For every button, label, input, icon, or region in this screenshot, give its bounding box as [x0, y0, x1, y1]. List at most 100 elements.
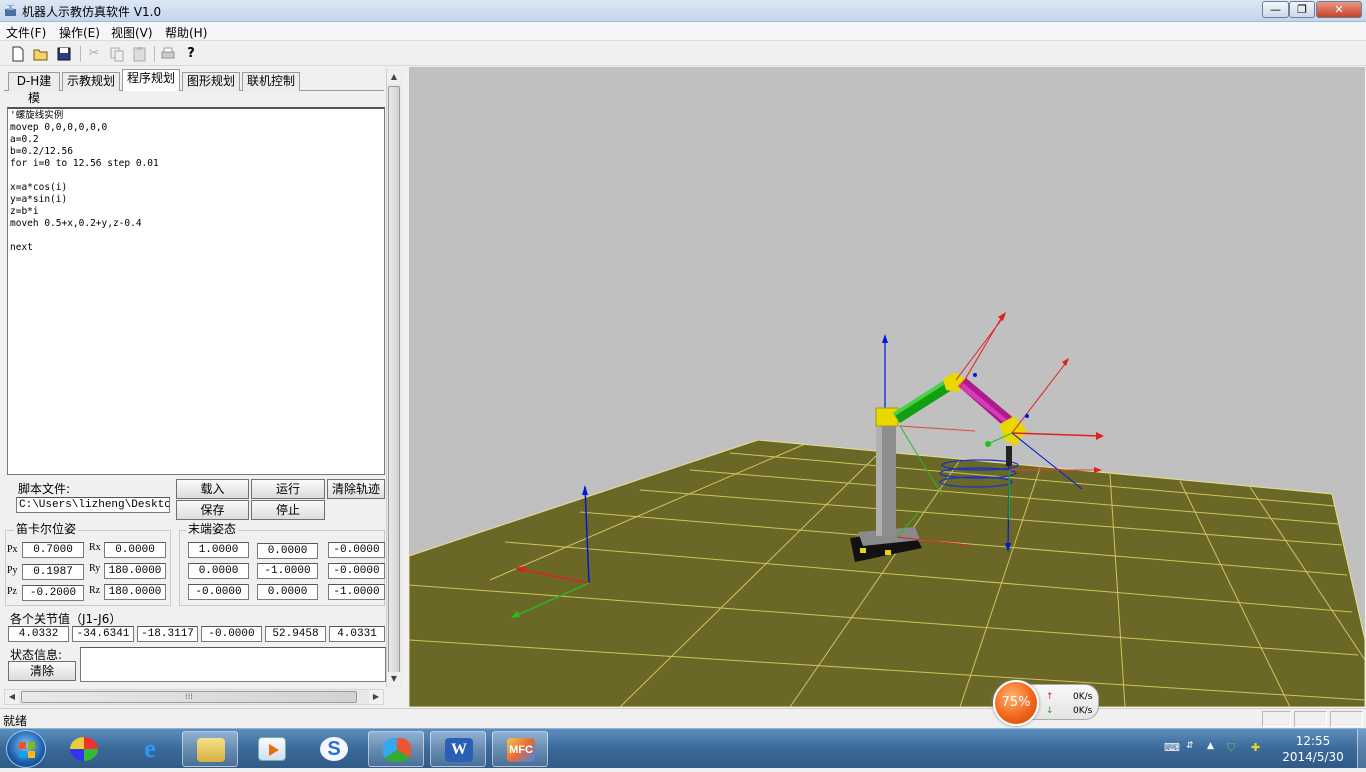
- show-hidden-icons[interactable]: ▲: [1207, 741, 1214, 751]
- upload-arrow-icon: ↑: [1046, 692, 1054, 702]
- px-label: Px: [7, 544, 18, 555]
- end-pose-m11[interactable]: 1.0000: [188, 542, 249, 558]
- joint-j5[interactable]: 52.9458: [265, 626, 326, 642]
- title-bar: 机器人示教仿真软件 V1.0 — ❐ ✕: [0, 0, 1366, 22]
- end-pose-m33[interactable]: -1.0000: [328, 584, 385, 600]
- download-speed: 0K/s: [1073, 706, 1093, 716]
- security-shield-icon[interactable]: ⛉: [1227, 741, 1235, 755]
- network-icon[interactable]: ✚: [1251, 741, 1260, 754]
- menu-file[interactable]: 文件(F): [6, 24, 46, 41]
- end-pose-m12[interactable]: 0.0000: [257, 543, 318, 559]
- new-icon[interactable]: [9, 45, 27, 63]
- media-player-icon[interactable]: [244, 731, 300, 767]
- restore-button[interactable]: ❐: [1289, 1, 1315, 18]
- py-field[interactable]: 0.1987: [22, 564, 84, 580]
- end-pose-m32[interactable]: 0.0000: [257, 584, 318, 600]
- script-file-path[interactable]: C:\Users\lizheng\Desktop\: [16, 497, 170, 513]
- rx-field[interactable]: 0.0000: [104, 542, 166, 558]
- stop-button[interactable]: 停止: [251, 500, 325, 520]
- joints-title: 各个关节值（J1-J6）: [10, 612, 122, 626]
- pz-label: Pz: [7, 586, 17, 597]
- joint-j4[interactable]: -0.0000: [201, 626, 262, 642]
- upload-speed: 0K/s: [1073, 692, 1093, 702]
- chat-app-icon[interactable]: [368, 731, 424, 767]
- end-pose-m21[interactable]: 0.0000: [188, 563, 249, 579]
- end-pose-m22[interactable]: -1.0000: [257, 563, 318, 579]
- robot-scene: [409, 312, 1365, 707]
- end-pose-title: 末端姿态: [186, 522, 239, 536]
- minimize-button[interactable]: —: [1262, 1, 1289, 18]
- run-button[interactable]: 运行: [251, 479, 325, 499]
- memory-percent-ball[interactable]: 75%: [993, 680, 1039, 726]
- clear-track-button[interactable]: 清除轨迹: [327, 479, 385, 499]
- word-icon[interactable]: W: [430, 731, 486, 767]
- status-panel-2: [1294, 711, 1327, 727]
- clock-date: 2014/5/30: [1282, 750, 1344, 764]
- simulation-viewport[interactable]: [409, 67, 1365, 707]
- internet-explorer-icon[interactable]: e: [122, 731, 178, 767]
- sogou-icon[interactable]: S: [306, 731, 362, 767]
- close-button[interactable]: ✕: [1316, 1, 1362, 18]
- network-speed-widget[interactable]: 75% ↑ ↓ 0K/s 0K/s: [993, 680, 1101, 726]
- keyboard-icon[interactable]: ⌨: [1164, 741, 1180, 754]
- menu-view[interactable]: 视图(V): [111, 24, 153, 41]
- end-pose-m13[interactable]: -0.0000: [328, 542, 385, 558]
- window-title: 机器人示教仿真软件 V1.0: [22, 5, 162, 19]
- joint-j1[interactable]: 4.0332: [8, 626, 69, 642]
- download-arrow-icon: ↓: [1046, 706, 1054, 716]
- script-editor[interactable]: '螺旋线实例 movep 0,0,0,0,0,0 a=0.2 b=0.2/12.…: [7, 107, 385, 475]
- colorful-app-icon[interactable]: [56, 731, 112, 767]
- status-panel-1: [1262, 711, 1291, 727]
- tab-online-control[interactable]: 联机控制: [242, 72, 300, 91]
- joint-j2[interactable]: -34.6341: [72, 626, 134, 642]
- rz-field[interactable]: 180.0000: [104, 584, 166, 600]
- joint-j3[interactable]: -18.3117: [137, 626, 198, 642]
- end-pose-m23[interactable]: -0.0000: [328, 563, 385, 579]
- ry-field[interactable]: 180.0000: [104, 563, 166, 579]
- menu-edit[interactable]: 操作(E): [59, 24, 100, 41]
- scroll-down-icon[interactable]: ▼: [387, 672, 401, 686]
- clear-button[interactable]: 清除: [8, 661, 76, 681]
- load-button[interactable]: 载入: [176, 479, 249, 499]
- cut-icon[interactable]: ✂: [85, 45, 103, 63]
- clock-time: 12:55: [1295, 734, 1331, 748]
- mfc-app-icon[interactable]: MFC: [492, 731, 548, 767]
- scroll-left-icon[interactable]: ◀: [5, 690, 19, 704]
- toolbar: ✂ ?: [0, 42, 1366, 66]
- joint-j6[interactable]: 4.0331: [329, 626, 385, 642]
- save-icon[interactable]: [55, 45, 73, 63]
- tab-graphic-planning[interactable]: 图形规划: [182, 72, 240, 91]
- menu-help[interactable]: 帮助(H): [165, 24, 207, 41]
- menu-bar: 文件(F) 操作(E) 视图(V) 帮助(H): [0, 22, 1366, 41]
- show-desktop-button[interactable]: [1357, 729, 1366, 769]
- print-icon[interactable]: [159, 45, 177, 63]
- help-icon[interactable]: ?: [182, 45, 200, 63]
- system-clock[interactable]: 12:55 2014/5/30: [1268, 733, 1358, 765]
- open-icon[interactable]: [32, 45, 50, 63]
- rx-label: Rx: [89, 542, 101, 553]
- px-field[interactable]: 0.7000: [22, 542, 84, 558]
- tab-dh-modeling[interactable]: D-H建模: [8, 72, 60, 105]
- file-explorer-icon[interactable]: [182, 731, 238, 767]
- scroll-right-icon[interactable]: ▶: [369, 690, 383, 704]
- pz-field[interactable]: -0.2000: [22, 585, 84, 601]
- tab-program-planning[interactable]: 程序规划: [122, 69, 180, 91]
- paste-icon[interactable]: [131, 45, 149, 63]
- py-label: Py: [7, 565, 18, 576]
- status-bar: 就绪: [0, 708, 1366, 728]
- status-info-box[interactable]: [80, 647, 386, 682]
- horizontal-scroll-thumb[interactable]: ⁞⁞⁞: [21, 691, 357, 703]
- control-panel: D-H建模 示教规划 程序规划 图形规划 联机控制 '螺旋线实例 movep 0…: [0, 67, 402, 707]
- taskbar: e S W MFC ⌨ ⇵ ▲ ⛉ ✚ 12:55 2014/5/30: [0, 728, 1366, 769]
- start-orb[interactable]: [6, 730, 46, 768]
- tray-updown-icon[interactable]: ⇵: [1186, 741, 1194, 751]
- tab-teach-planning[interactable]: 示教规划: [62, 72, 120, 91]
- status-text: 就绪: [3, 714, 28, 728]
- copy-icon[interactable]: [108, 45, 126, 63]
- save-button[interactable]: 保存: [176, 500, 249, 520]
- vertical-scroll-thumb[interactable]: [388, 86, 400, 682]
- status-panel-3: [1330, 711, 1363, 727]
- end-pose-m31[interactable]: -0.0000: [188, 584, 249, 600]
- scroll-up-icon[interactable]: ▲: [387, 70, 401, 84]
- cartesian-pose-title: 笛卡尔位姿: [14, 522, 79, 536]
